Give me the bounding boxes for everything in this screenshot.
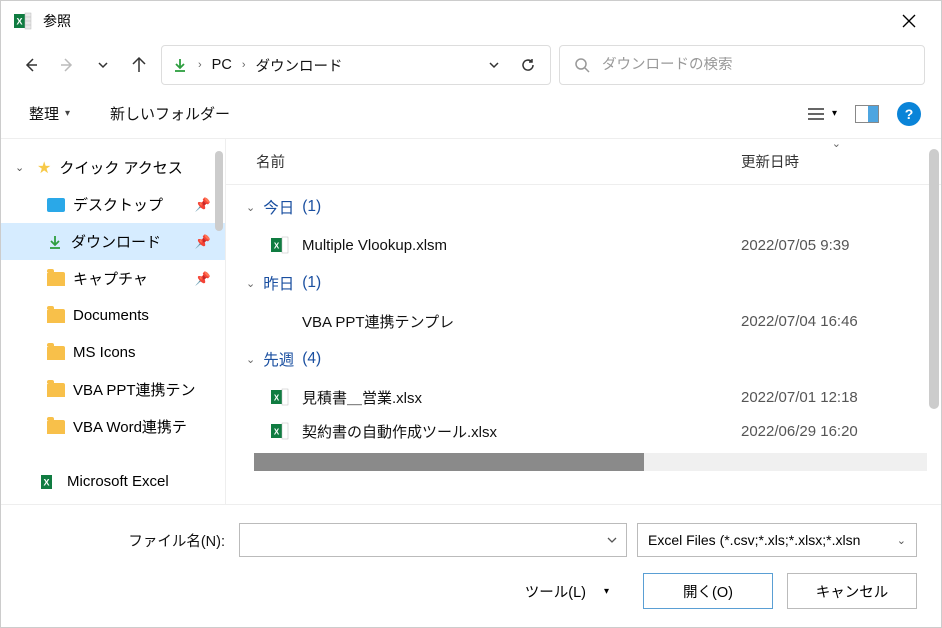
view-mode-button[interactable]: ▾ (806, 106, 837, 122)
sort-indicator-icon: ⌄ (832, 139, 841, 150)
sidebar-item-capture[interactable]: キャプチャ 📌 (1, 260, 225, 297)
svg-text:X: X (16, 17, 22, 27)
file-row[interactable]: VBA PPT連携テンプレ 2022/07/04 16:46 (240, 301, 941, 341)
folder-icon (47, 420, 65, 434)
back-button[interactable] (17, 51, 45, 79)
cancel-button[interactable]: キャンセル (787, 573, 917, 609)
pin-icon: 📌 (195, 234, 211, 250)
organize-button[interactable]: 整理 (29, 103, 59, 124)
chevron-down-icon: ⌄ (246, 353, 255, 366)
search-icon (574, 57, 590, 73)
nav-row: › PC › ダウンロード (1, 41, 941, 89)
excel-icon: X (41, 473, 59, 491)
star-icon: ★ (37, 158, 51, 178)
filename-input[interactable] (239, 523, 627, 557)
file-list: ⌄ 今日 (1) X Multiple Vlookup.xlsm 2022/07… (226, 185, 941, 504)
download-icon (172, 57, 188, 73)
svg-text:X: X (274, 428, 280, 437)
breadcrumb-sep-icon: › (198, 59, 202, 71)
folder-icon (47, 346, 65, 360)
window-title: 参照 (43, 11, 71, 31)
search-box[interactable] (559, 45, 925, 85)
excel-file-icon: X (270, 387, 290, 407)
folder-icon (47, 309, 65, 323)
vertical-scrollbar[interactable] (927, 149, 941, 429)
desktop-icon (47, 198, 65, 212)
sidebar-item-excel[interactable]: X Microsoft Excel (1, 463, 225, 500)
breadcrumb-sep-icon: › (242, 59, 246, 71)
file-row[interactable]: X Multiple Vlookup.xlsm 2022/07/05 9:39 (240, 225, 941, 265)
svg-text:X: X (43, 477, 49, 487)
group-yesterday[interactable]: ⌄ 昨日 (1) (240, 265, 941, 301)
horizontal-scrollbar[interactable] (254, 453, 927, 471)
file-filter-dropdown[interactable]: Excel Files (*.csv;*.xls;*.xlsx;*.xlsn ⌄ (637, 523, 917, 557)
sidebar-item-msicons[interactable]: MS Icons (1, 334, 225, 371)
folder-icon (47, 272, 65, 286)
chevron-down-icon: ▾ (832, 108, 837, 119)
address-bar[interactable]: › PC › ダウンロード (161, 45, 551, 85)
close-button[interactable] (889, 1, 929, 41)
excel-file-icon: X (270, 421, 290, 441)
excel-file-icon: X (270, 235, 290, 255)
chevron-down-icon (606, 534, 618, 546)
pin-icon: 📌 (195, 197, 211, 213)
file-area: ⌄ 名前 更新日時 ⌄ 今日 (1) X Multiple Vlookup.xl… (226, 139, 941, 504)
column-date[interactable]: 更新日時 (741, 151, 941, 172)
chevron-down-icon: ⌄ (15, 161, 29, 174)
sidebar: ⌄ ★ クイック アクセス デスクトップ 📌 ダウンロード 📌 キャプチャ 📌 (1, 139, 226, 504)
column-headers: ⌄ 名前 更新日時 (226, 139, 941, 185)
toolbar: 整理 ▾ 新しいフォルダー ▾ ? (1, 89, 941, 139)
open-button[interactable]: 開く(O) (643, 573, 773, 609)
chevron-down-icon: ▾ (65, 108, 70, 119)
file-row[interactable]: X 見積書＿営業.xlsx 2022/07/01 12:18 (240, 377, 941, 417)
preview-pane-button[interactable] (855, 105, 879, 123)
svg-text:X: X (274, 242, 280, 251)
download-icon (47, 234, 63, 250)
list-view-icon (806, 106, 826, 122)
svg-text:X: X (274, 394, 280, 403)
new-folder-button[interactable]: 新しいフォルダー (110, 103, 230, 124)
breadcrumb-downloads[interactable]: ダウンロード (256, 55, 343, 76)
column-name[interactable]: 名前 (256, 151, 741, 172)
dialog-body: ⌄ ★ クイック アクセス デスクトップ 📌 ダウンロード 📌 キャプチャ 📌 (1, 139, 941, 504)
sidebar-item-vbaword[interactable]: VBA Word連携テ (1, 408, 225, 445)
search-input[interactable] (602, 57, 910, 73)
excel-app-icon: X (13, 11, 33, 31)
refresh-button[interactable] (516, 57, 540, 73)
help-button[interactable]: ? (897, 102, 921, 126)
chevron-down-icon: ⌄ (897, 534, 906, 547)
titlebar: X 参照 (1, 1, 941, 41)
breadcrumb-pc[interactable]: PC (212, 57, 232, 73)
sidebar-scrollbar[interactable] (213, 139, 225, 504)
quick-access-root[interactable]: ⌄ ★ クイック アクセス (1, 149, 225, 186)
footer: ファイル名(N): Excel Files (*.csv;*.xls;*.xls… (1, 504, 941, 627)
file-open-dialog: X 参照 › PC › ダウンロード (0, 0, 942, 628)
chevron-down-icon: ⌄ (246, 201, 255, 214)
sidebar-item-desktop[interactable]: デスクトップ 📌 (1, 186, 225, 223)
forward-button[interactable] (53, 51, 81, 79)
sidebar-item-downloads[interactable]: ダウンロード 📌 (1, 223, 225, 260)
chevron-down-icon: ⌄ (246, 277, 255, 290)
chevron-down-icon: ▾ (604, 586, 609, 597)
up-button[interactable] (125, 51, 153, 79)
folder-icon (47, 383, 65, 397)
sidebar-item-vbappt[interactable]: VBA PPT連携テン (1, 371, 225, 408)
address-dropdown-button[interactable] (482, 58, 506, 72)
folder-icon (270, 311, 290, 331)
filename-label: ファイル名(N): (25, 530, 225, 551)
file-row[interactable]: X 契約書の自動作成ツール.xlsx 2022/06/29 16:20 (240, 417, 941, 445)
sidebar-item-documents[interactable]: Documents (1, 297, 225, 334)
pin-icon: 📌 (195, 271, 211, 287)
tools-button[interactable]: ツール(L) (525, 581, 586, 602)
group-lastweek[interactable]: ⌄ 先週 (4) (240, 341, 941, 377)
group-today[interactable]: ⌄ 今日 (1) (240, 189, 941, 225)
recent-locations-button[interactable] (89, 51, 117, 79)
